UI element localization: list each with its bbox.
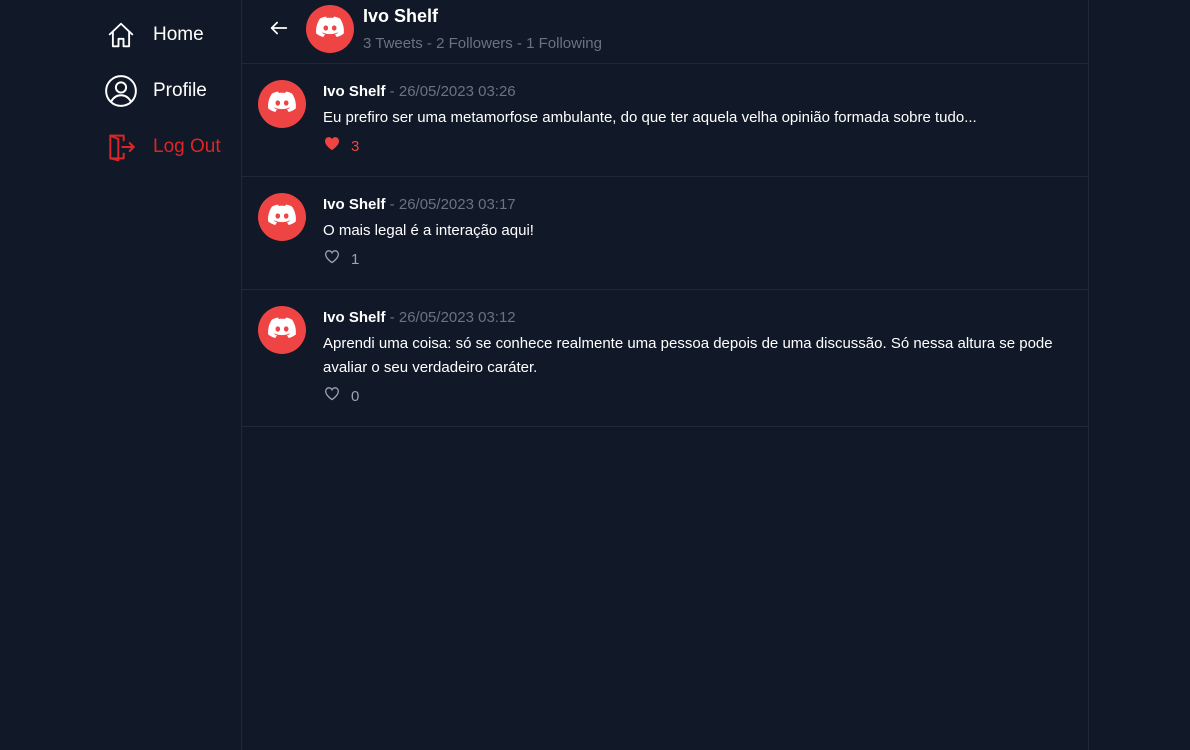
app-page: Home Profile Log Out Ivo Shelf 3 Tweets … (0, 0, 1190, 750)
tweet-item: Ivo Shelf - 26/05/2023 03:12 Aprendi uma… (242, 290, 1088, 427)
like-button[interactable] (323, 250, 341, 268)
tweet-date: 26/05/2023 03:26 (398, 83, 516, 100)
sidebar: Home Profile Log Out (0, 0, 241, 750)
like-count: 3 (351, 137, 360, 155)
tweet-date: 26/05/2023 03:12 (398, 309, 516, 326)
tweet-meta: Ivo Shelf - 26/05/2023 03:17 (323, 195, 1063, 215)
heart-outline-icon (324, 249, 340, 269)
sidebar-item-profile[interactable]: Profile (104, 74, 207, 108)
tweet-meta: Ivo Shelf - 26/05/2023 03:26 (323, 82, 1063, 102)
discord-logo-icon (267, 203, 297, 232)
avatar[interactable] (258, 193, 306, 241)
tweet-text: Aprendi uma coisa: só se conhece realmen… (323, 335, 1053, 376)
tweet-body: Ivo Shelf - 26/05/2023 03:12 Aprendi uma… (323, 308, 1063, 408)
tweet-actions: 0 (323, 384, 1063, 408)
sidebar-item-logout[interactable]: Log Out (104, 130, 221, 164)
profile-header: Ivo Shelf 3 Tweets - 2 Followers - 1 Fol… (242, 0, 1088, 64)
sidebar-item-label: Profile (153, 80, 207, 101)
discord-logo-icon (267, 316, 297, 345)
sidebar-item-label: Log Out (153, 136, 221, 157)
heart-filled-icon (324, 136, 340, 156)
tweet-author[interactable]: Ivo Shelf (323, 83, 386, 100)
avatar[interactable] (306, 5, 354, 53)
sidebar-item-home[interactable]: Home (104, 18, 204, 52)
tweet-text: O mais legal é a interação aqui! (323, 222, 534, 239)
discord-logo-icon (315, 15, 345, 44)
tweet-author[interactable]: Ivo Shelf (323, 196, 386, 213)
avatar[interactable] (258, 80, 306, 128)
user-circle-icon (104, 74, 138, 108)
arrow-left-icon (268, 17, 290, 44)
tweet-actions: 3 (323, 134, 1063, 158)
like-count: 0 (351, 387, 360, 405)
tweet-date: 26/05/2023 03:17 (398, 196, 516, 213)
profile-stats: 3 Tweets - 2 Followers - 1 Following (363, 35, 602, 52)
tweet-separator: - (385, 309, 399, 326)
tweet-text: Eu prefiro ser uma metamorfose ambulante… (323, 109, 977, 126)
tweet-body: Ivo Shelf - 26/05/2023 03:26 Eu prefiro … (323, 82, 1063, 158)
like-count: 1 (351, 250, 360, 268)
back-button[interactable] (266, 17, 292, 43)
tweet-meta: Ivo Shelf - 26/05/2023 03:12 (323, 308, 1063, 328)
profile-name: Ivo Shelf (363, 6, 439, 26)
tweet-item: Ivo Shelf - 26/05/2023 03:26 Eu prefiro … (242, 64, 1088, 177)
home-icon (104, 18, 138, 52)
main-feed: Ivo Shelf 3 Tweets - 2 Followers - 1 Fol… (241, 0, 1089, 750)
tweet-body: Ivo Shelf - 26/05/2023 03:17 O mais lega… (323, 195, 1063, 271)
tweet-separator: - (385, 196, 399, 213)
heart-outline-icon (324, 386, 340, 406)
like-button[interactable] (323, 137, 341, 155)
avatar[interactable] (258, 306, 306, 354)
tweet-separator: - (385, 83, 399, 100)
sidebar-item-label: Home (153, 24, 204, 45)
tweet-item: Ivo Shelf - 26/05/2023 03:17 O mais lega… (242, 177, 1088, 290)
tweet-author[interactable]: Ivo Shelf (323, 309, 386, 326)
logout-icon (104, 130, 138, 164)
tweet-actions: 1 (323, 247, 1063, 271)
like-button[interactable] (323, 387, 341, 405)
discord-logo-icon (267, 90, 297, 119)
